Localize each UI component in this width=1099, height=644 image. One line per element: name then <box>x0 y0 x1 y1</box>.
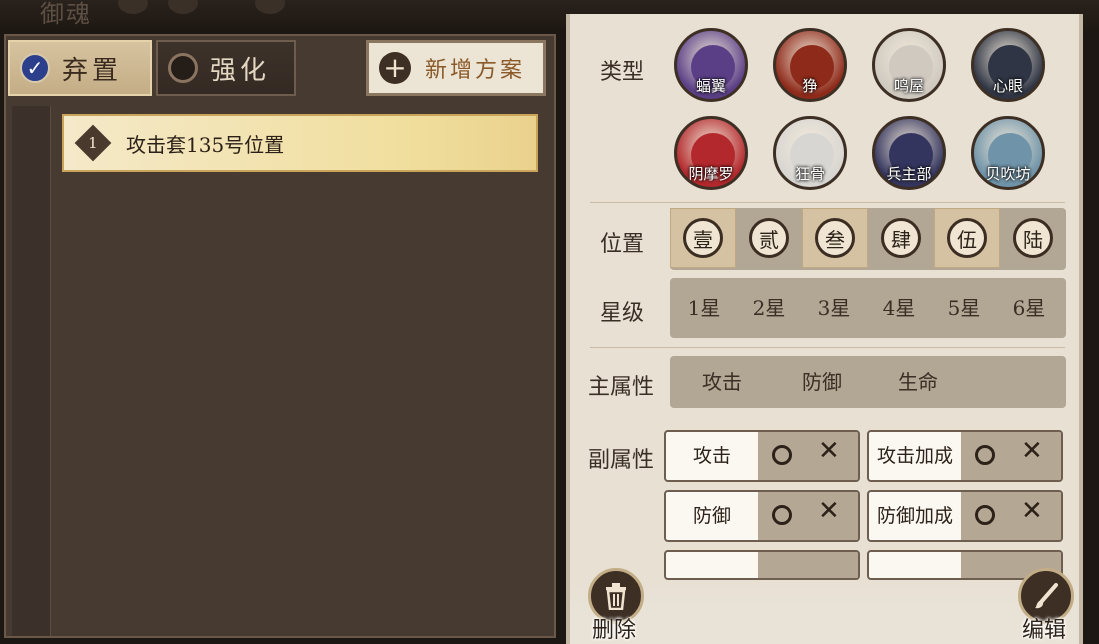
sub-attr-name: 防御 <box>692 505 731 527</box>
main-attr-hp[interactable]: 生命 <box>868 356 968 408</box>
star-bar: 1星 2星 3星 4星 5星 6星 <box>670 278 1066 338</box>
position-slot-5[interactable]: 伍 <box>934 208 1000 268</box>
exclude-x-icon[interactable]: ✕ <box>818 438 840 464</box>
exclude-x-icon[interactable]: ✕ <box>1021 438 1043 464</box>
type-name: 狂骨 <box>794 165 825 183</box>
tab-enhance-label: 强化 <box>210 55 271 86</box>
position-slot-2[interactable]: 贰 <box>736 208 802 268</box>
position-slot-3[interactable]: 叁 <box>802 208 868 268</box>
include-circle-icon[interactable] <box>772 505 792 525</box>
trash-icon <box>606 583 626 610</box>
plan-number: 1 <box>88 133 98 152</box>
type-name: 贝吹坊 <box>985 165 1031 183</box>
position-mark: 壹 <box>683 218 723 258</box>
position-slot-6[interactable]: 陆 <box>1000 208 1066 268</box>
divider <box>590 347 1065 348</box>
type-label: 类型 <box>600 60 645 85</box>
edit-label: 编辑 <box>1022 618 1067 643</box>
sub-attr-name: 防御加成 <box>876 505 953 527</box>
type-bing-zhu-bu-avatar[interactable]: 兵主部 <box>872 116 946 190</box>
add-plan-label: 新增方案 <box>425 58 526 83</box>
tab-abandon[interactable]: ✓ 弃置 <box>8 40 152 96</box>
plan-name: 攻击套135号位置 <box>126 132 285 157</box>
header-diamond-icon-2 <box>255 0 285 14</box>
delete-label: 删除 <box>592 618 637 643</box>
type-name: 兵主部 <box>886 165 932 183</box>
sub-attr-attack-bonus: 攻击加成 ✕ <box>867 430 1063 482</box>
type-name: 阴摩罗 <box>688 165 734 183</box>
type-ming-wu-avatar[interactable]: 鸣屋 <box>872 28 946 102</box>
type-bei-chui-fang-avatar[interactable]: 贝吹坊 <box>971 116 1045 190</box>
position-mark: 叁 <box>815 218 855 258</box>
position-slot-4[interactable]: 肆 <box>868 208 934 268</box>
star-4[interactable]: 4星 <box>867 278 931 338</box>
position-label: 位置 <box>600 232 645 257</box>
add-plan-button[interactable]: + 新增方案 <box>366 40 546 96</box>
main-attr-defense[interactable]: 防御 <box>772 356 872 408</box>
sub-attr-defense-bonus: 防御加成 ✕ <box>867 490 1063 542</box>
tab-abandon-label: 弃置 <box>62 55 123 86</box>
side-strip <box>12 106 51 636</box>
type-yin-mo-luo-avatar[interactable]: 阴摩罗 <box>674 116 748 190</box>
sub-attr-name: 攻击加成 <box>876 445 953 467</box>
position-mark: 陆 <box>1013 218 1053 258</box>
position-slot-1[interactable]: 壹 <box>670 208 736 268</box>
plus-icon: + <box>379 52 411 84</box>
sub-attr-row-partial <box>664 550 860 580</box>
type-bat-wing-avatar[interactable]: 蝠翼 <box>674 28 748 102</box>
main-attr-attack[interactable]: 攻击 <box>672 356 772 408</box>
checkmark-icon: ✓ <box>20 53 50 83</box>
plan-number-badge: 1 <box>74 124 112 162</box>
exclude-x-icon[interactable]: ✕ <box>1021 498 1043 524</box>
type-name: 心眼 <box>992 77 1023 95</box>
plan-item[interactable]: 1 攻击套135号位置 <box>62 114 538 172</box>
star-label: 星级 <box>600 301 645 326</box>
type-kuang-gu-avatar[interactable]: 狂骨 <box>773 116 847 190</box>
filter-panel: 类型 蝠翼 狰 鸣屋 心眼 阴摩罗 狂骨 兵主部 贝吹坊 位置 壹 贰 叁 肆 … <box>566 14 1083 644</box>
type-name: 狰 <box>802 77 818 95</box>
tab-enhance[interactable]: 强化 <box>156 40 296 96</box>
position-bar: 壹 贰 叁 肆 伍 陆 <box>670 208 1066 270</box>
header-title: 御魂 <box>40 0 92 28</box>
include-circle-icon[interactable] <box>975 445 995 465</box>
header-diamond-icon <box>118 0 148 14</box>
position-mark: 肆 <box>881 218 921 258</box>
star-5[interactable]: 5星 <box>932 278 996 338</box>
sub-attr-defense: 防御 ✕ <box>664 490 860 542</box>
bottom-strip <box>570 582 1079 644</box>
header-circle-icon <box>168 0 198 14</box>
sub-attr-attack: 攻击 ✕ <box>664 430 860 482</box>
sub-attr-label: 副属性 <box>588 448 655 473</box>
sub-attr-name: 攻击 <box>692 445 731 467</box>
type-name: 鸣屋 <box>893 77 924 95</box>
divider <box>590 202 1065 203</box>
main-attr-bar: 攻击 防御 生命 <box>670 356 1066 408</box>
main-attr-label: 主属性 <box>588 375 655 400</box>
brush-icon <box>1035 583 1058 609</box>
type-zheng-avatar[interactable]: 狰 <box>773 28 847 102</box>
star-1[interactable]: 1星 <box>672 278 736 338</box>
type-name: 蝠翼 <box>695 77 726 95</box>
include-circle-icon[interactable] <box>975 505 995 525</box>
star-2[interactable]: 2星 <box>737 278 801 338</box>
include-circle-icon[interactable] <box>772 445 792 465</box>
type-xin-yan-avatar[interactable]: 心眼 <box>971 28 1045 102</box>
star-6[interactable]: 6星 <box>997 278 1061 338</box>
position-mark: 伍 <box>947 218 987 258</box>
position-mark: 贰 <box>749 218 789 258</box>
plan-list-panel: ✓ 弃置 强化 + 新增方案 1 攻击套135号位置 <box>4 34 556 638</box>
radio-empty-icon <box>168 53 198 83</box>
star-3[interactable]: 3星 <box>802 278 866 338</box>
exclude-x-icon[interactable]: ✕ <box>818 498 840 524</box>
